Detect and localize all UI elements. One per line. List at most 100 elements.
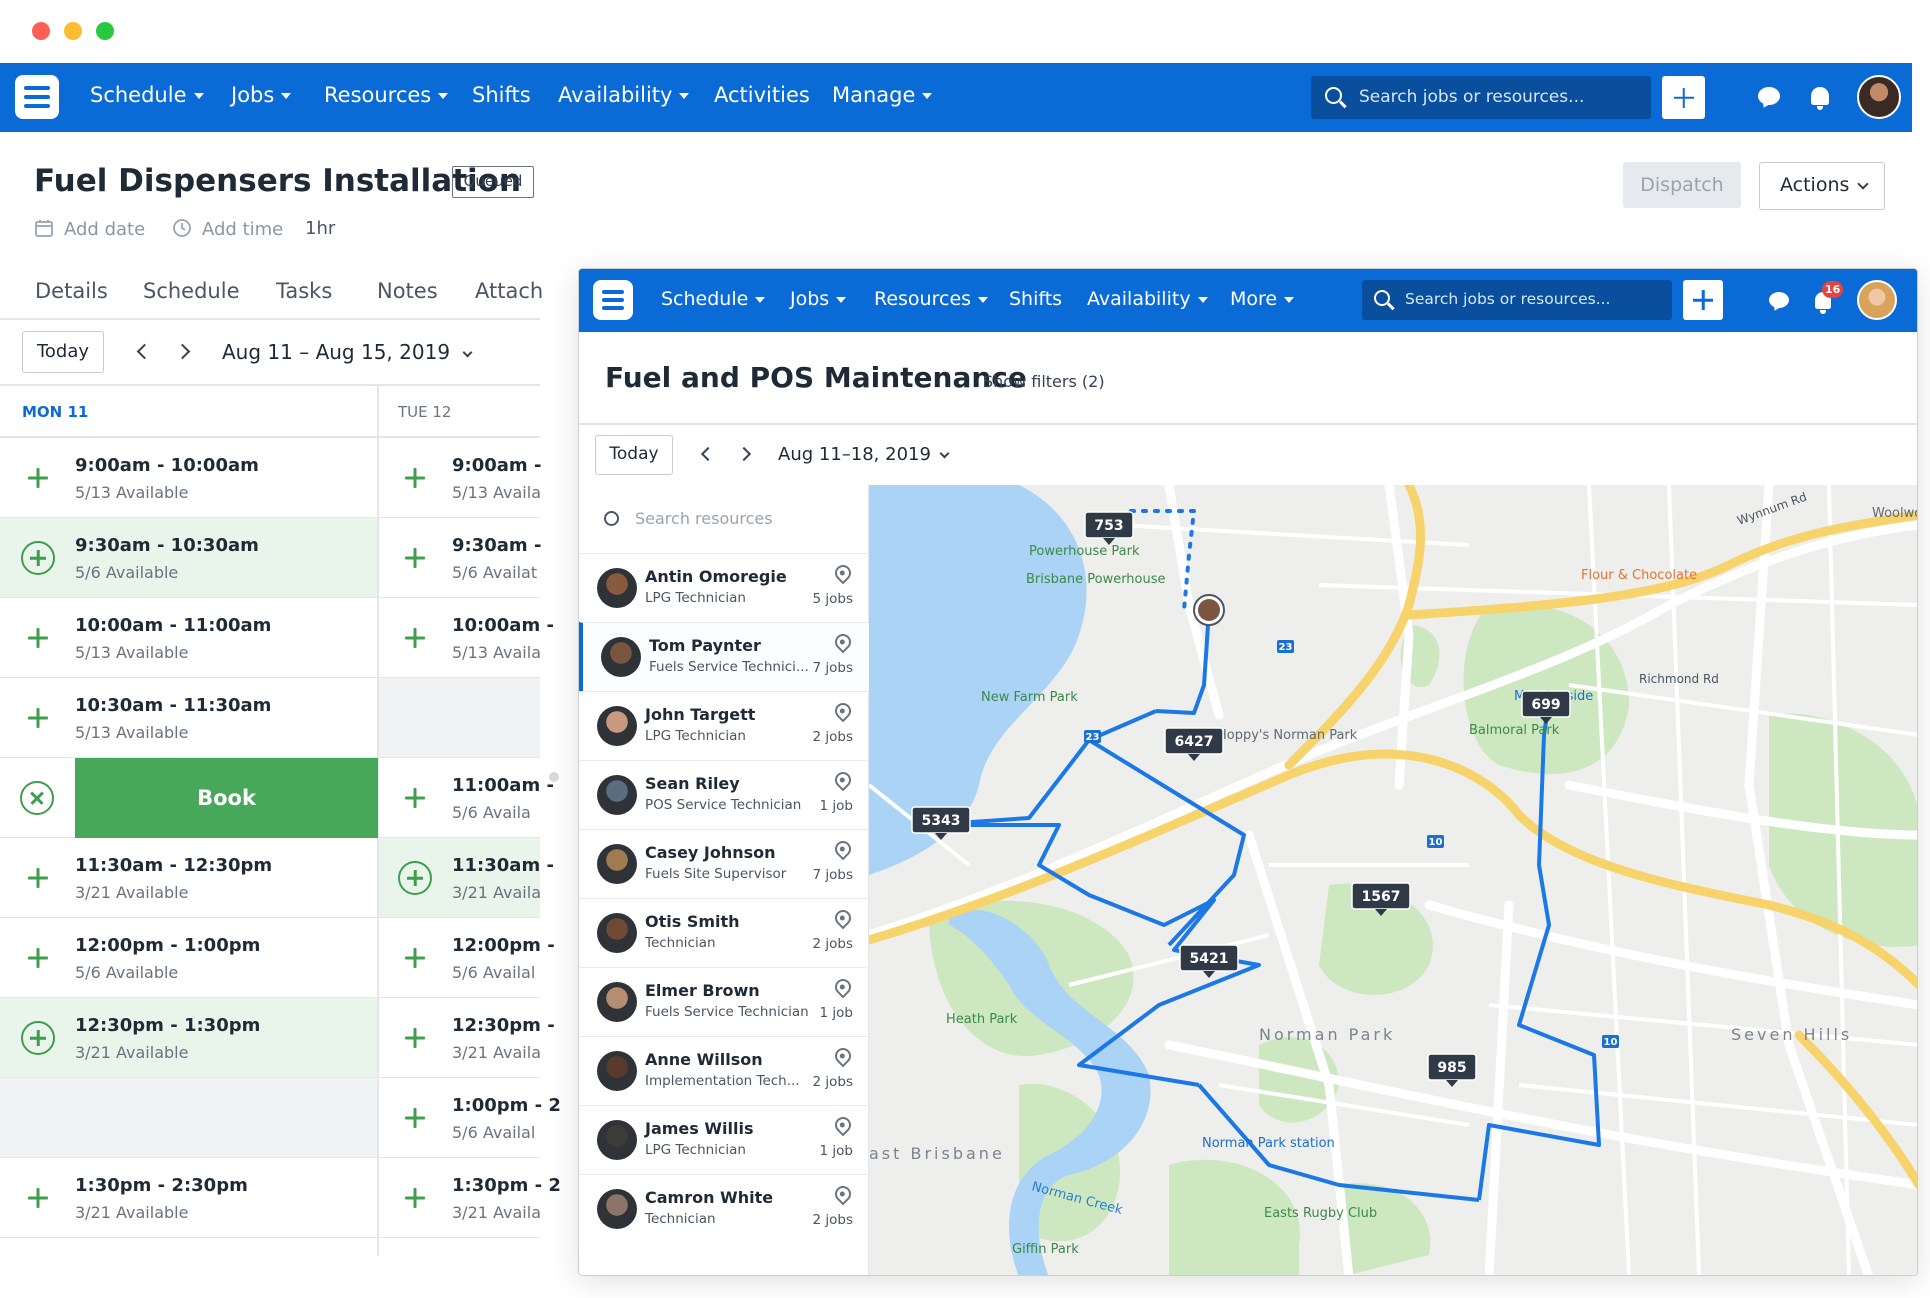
add-slot-icon[interactable] bbox=[404, 947, 426, 969]
actions-button[interactable]: Actions bbox=[1759, 162, 1885, 210]
today-button[interactable]: Today bbox=[595, 435, 673, 475]
location-pin-icon[interactable] bbox=[831, 906, 855, 930]
nav-resources[interactable]: Resources bbox=[874, 288, 989, 310]
chevron-left-icon[interactable] bbox=[700, 446, 716, 462]
mon-time-slot[interactable] bbox=[0, 678, 377, 758]
notification-count-badge: 16 bbox=[1822, 281, 1844, 298]
location-pin-icon[interactable] bbox=[831, 561, 855, 585]
add-slot-icon[interactable] bbox=[27, 947, 49, 969]
resource-row[interactable]: John Targett LPG Technician 2 jobs bbox=[579, 691, 869, 760]
nav-schedule[interactable]: Schedule bbox=[661, 288, 766, 310]
today-button[interactable]: Today bbox=[22, 331, 104, 373]
nav-jobs[interactable]: Jobs bbox=[790, 288, 847, 310]
date-range[interactable]: Aug 11 – Aug 15, 2019 bbox=[222, 340, 473, 364]
location-pin-icon[interactable] bbox=[831, 699, 855, 723]
chat-icon[interactable] bbox=[1758, 87, 1780, 105]
close-window-button[interactable] bbox=[32, 22, 50, 40]
nav-shifts[interactable]: Shifts bbox=[472, 83, 531, 107]
app-logo-icon[interactable] bbox=[593, 280, 633, 320]
add-slot-icon[interactable] bbox=[27, 467, 49, 489]
resource-row[interactable]: Antin Omoregie LPG Technician 5 jobs bbox=[579, 553, 869, 622]
nav-shifts[interactable]: Shifts bbox=[1009, 288, 1062, 310]
add-button[interactable] bbox=[1662, 76, 1705, 119]
add-slot-icon[interactable] bbox=[404, 1107, 426, 1129]
add-slot-icon[interactable] bbox=[404, 547, 426, 569]
route-map[interactable]: 23 23 10 10 Powerhouse Park Brisbane Pow… bbox=[869, 485, 1918, 1276]
add-slot-icon[interactable] bbox=[398, 861, 432, 895]
tue-time-slot[interactable] bbox=[379, 678, 540, 758]
mon-time-slot[interactable] bbox=[0, 918, 377, 998]
resource-row[interactable]: Elmer Brown Fuels Service Technician 1 job bbox=[579, 967, 869, 1036]
mon-time-slot[interactable] bbox=[0, 1078, 377, 1158]
bell-icon[interactable] bbox=[1811, 87, 1829, 105]
resize-handle[interactable] bbox=[549, 772, 559, 782]
add-slot-icon[interactable] bbox=[27, 707, 49, 729]
resource-row[interactable]: Anne Willson Implementation Tech... 2 jobs bbox=[579, 1036, 869, 1105]
resource-row[interactable]: Otis Smith Technician 2 jobs bbox=[579, 898, 869, 967]
mon-time-slot[interactable] bbox=[0, 998, 377, 1078]
mon-time-slot[interactable] bbox=[0, 438, 377, 518]
resource-row[interactable]: James Willis LPG Technician 1 job bbox=[579, 1105, 869, 1174]
add-slot-icon[interactable] bbox=[404, 1027, 426, 1049]
chevron-right-icon[interactable] bbox=[174, 343, 191, 360]
resource-row[interactable]: Camron White Technician 2 jobs bbox=[579, 1174, 869, 1243]
chevron-left-icon[interactable] bbox=[136, 343, 153, 360]
add-slot-icon[interactable] bbox=[404, 467, 426, 489]
road-badge: 23 bbox=[1279, 642, 1293, 653]
mon-time-slot[interactable] bbox=[0, 598, 377, 678]
nav-availability[interactable]: Availability bbox=[558, 83, 690, 107]
location-pin-icon[interactable] bbox=[831, 630, 855, 654]
add-button[interactable] bbox=[1683, 280, 1723, 320]
map-canvas[interactable]: 23 23 10 10 Powerhouse Park Brisbane Pow… bbox=[869, 485, 1918, 1276]
nav-activities[interactable]: Activities bbox=[714, 83, 810, 107]
user-avatar[interactable] bbox=[1857, 280, 1897, 320]
nav-resources[interactable]: Resources bbox=[324, 83, 449, 107]
add-slot-icon[interactable] bbox=[404, 787, 426, 809]
nav-availability[interactable]: Availability bbox=[1087, 288, 1208, 310]
add-time-link[interactable]: Add time bbox=[172, 218, 283, 240]
search-input[interactable]: Search jobs or resources... bbox=[1362, 280, 1672, 320]
mon-time-slot[interactable] bbox=[0, 1158, 377, 1238]
location-pin-icon[interactable] bbox=[831, 1044, 855, 1068]
mon-time-slot[interactable] bbox=[0, 838, 377, 918]
nav-more[interactable]: More bbox=[1230, 288, 1295, 310]
add-slot-icon[interactable] bbox=[21, 541, 55, 575]
location-pin-icon[interactable] bbox=[831, 1113, 855, 1137]
add-date-link[interactable]: Add date bbox=[34, 218, 145, 240]
resource-search-input[interactable]: Search resources bbox=[579, 485, 869, 553]
tab-notes[interactable]: Notes bbox=[377, 279, 438, 303]
app-logo-icon[interactable] bbox=[15, 75, 59, 119]
location-pin-icon[interactable] bbox=[831, 975, 855, 999]
add-slot-icon[interactable] bbox=[404, 627, 426, 649]
add-slot-icon[interactable] bbox=[404, 1187, 426, 1209]
location-pin-icon[interactable] bbox=[831, 837, 855, 861]
nav-jobs[interactable]: Jobs bbox=[231, 83, 292, 107]
tab-tasks[interactable]: Tasks bbox=[276, 279, 332, 303]
resource-row[interactable]: Sean Riley POS Service Technician 1 job bbox=[579, 760, 869, 829]
user-avatar[interactable] bbox=[1857, 75, 1901, 119]
resource-row[interactable]: Tom Paynter Fuels Service Technici... 7 jo… bbox=[579, 622, 869, 691]
tab-attachments[interactable]: Attach bbox=[475, 279, 543, 303]
maximize-window-button[interactable] bbox=[96, 22, 114, 40]
show-filters-link[interactable]: Show filters (2) bbox=[983, 372, 1105, 391]
nav-manage[interactable]: Manage bbox=[832, 83, 933, 107]
minimize-window-button[interactable] bbox=[64, 22, 82, 40]
tab-schedule[interactable]: Schedule bbox=[143, 279, 240, 303]
cancel-selection-icon[interactable] bbox=[20, 781, 54, 815]
mon-time-slot[interactable] bbox=[0, 518, 377, 598]
chevron-right-icon[interactable] bbox=[736, 446, 752, 462]
search-input[interactable]: Search jobs or resources... bbox=[1311, 76, 1651, 119]
location-pin-icon[interactable] bbox=[831, 1182, 855, 1206]
book-button[interactable]: Book bbox=[75, 758, 378, 838]
date-range[interactable]: Aug 11–18, 2019 bbox=[778, 444, 950, 465]
add-slot-icon[interactable] bbox=[27, 867, 49, 889]
chat-icon[interactable] bbox=[1769, 292, 1789, 308]
dispatch-button[interactable]: Dispatch bbox=[1623, 162, 1741, 208]
add-slot-icon[interactable] bbox=[21, 1021, 55, 1055]
add-slot-icon[interactable] bbox=[27, 1187, 49, 1209]
tab-details[interactable]: Details bbox=[35, 279, 108, 303]
nav-schedule[interactable]: Schedule bbox=[90, 83, 204, 107]
location-pin-icon[interactable] bbox=[831, 768, 855, 792]
add-slot-icon[interactable] bbox=[27, 627, 49, 649]
resource-row[interactable]: Casey Johnson Fuels Site Supervisor 7 jobs bbox=[579, 829, 869, 898]
